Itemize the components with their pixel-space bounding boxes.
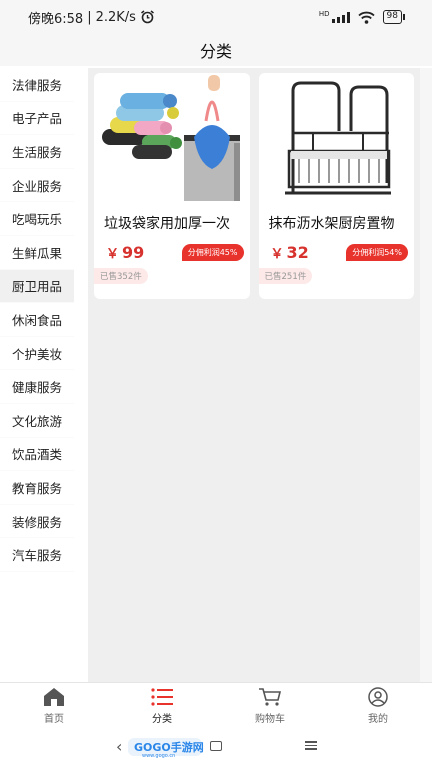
sidebar-item-life-services[interactable]: 生活服务 bbox=[0, 135, 74, 169]
product-card[interactable]: 垃圾袋家用加厚一次 ￥ 99 分佣利润45% 已售352件 bbox=[94, 73, 250, 299]
header-bar: 分类 bbox=[0, 34, 432, 66]
category-sidebar: 法律服务 电子产品 生活服务 企业服务 吃喝玩乐 生鲜瓜果 厨卫用品 休闲食品 … bbox=[0, 68, 74, 682]
home-icon bbox=[44, 687, 64, 706]
sidebar-item-label: 文化旅游 bbox=[12, 413, 63, 429]
sidebar-item-auto[interactable]: 汽车服务 bbox=[0, 538, 74, 572]
watermark-logo: GOGO手游网 www.gogo.cn bbox=[128, 737, 204, 759]
wifi-icon bbox=[357, 11, 375, 24]
sidebar-item-label: 装修服务 bbox=[12, 514, 63, 530]
product-price: ￥ 99 bbox=[106, 243, 144, 262]
tab-category[interactable]: 分类 bbox=[108, 683, 216, 728]
sidebar-item-beauty[interactable]: 个护美妆 bbox=[0, 337, 74, 371]
sidebar-item-snacks[interactable]: 休闲食品 bbox=[0, 303, 74, 337]
garbage-bag-product-image bbox=[94, 73, 250, 201]
sidebar-item-entertainment[interactable]: 吃喝玩乐 bbox=[0, 202, 74, 236]
sidebar-item-label: 法律服务 bbox=[12, 77, 63, 93]
sidebar-item-culture-travel[interactable]: 文化旅游 bbox=[0, 404, 74, 438]
drying-rack-product-image bbox=[258, 73, 414, 201]
status-bar: 傍晚6:58 | 2.2K/s HD 98 bbox=[0, 0, 432, 34]
tab-label: 首页 bbox=[44, 713, 64, 725]
sold-count: 已售352件 bbox=[94, 268, 148, 284]
sidebar-item-label: 饮品酒类 bbox=[12, 447, 63, 463]
sidebar-item-health[interactable]: 健康服务 bbox=[0, 370, 74, 404]
watermark-url: www.gogo.cn bbox=[142, 753, 176, 759]
bottom-tab-bar: 首页 分类 购物车 我的 bbox=[0, 682, 432, 728]
right-gutter bbox=[420, 68, 432, 682]
price-row: ￥ 99 分佣利润45% bbox=[94, 233, 250, 262]
sidebar-item-label: 汽车服务 bbox=[12, 548, 63, 564]
battery-level: 98 bbox=[386, 11, 398, 21]
product-title: 抹布沥水架厨房置物 bbox=[268, 216, 395, 232]
sidebar-item-decoration[interactable]: 装修服务 bbox=[0, 505, 74, 539]
sidebar-item-label: 吃喝玩乐 bbox=[12, 212, 63, 228]
price-row: ￥ 32 分佣利润54% bbox=[259, 233, 415, 262]
sidebar-item-legal[interactable]: 法律服务 bbox=[0, 68, 74, 102]
list-icon bbox=[151, 687, 173, 706]
sidebar-item-fresh-produce[interactable]: 生鲜瓜果 bbox=[0, 236, 74, 270]
status-time: 傍晚6:58 bbox=[28, 11, 84, 27]
sidebar-item-label: 教育服务 bbox=[12, 480, 63, 496]
back-icon[interactable]: ‹ bbox=[116, 737, 122, 756]
system-nav-bar: ‹ GOGO手游网 www.gogo.cn bbox=[0, 728, 432, 768]
user-icon bbox=[368, 686, 388, 707]
product-card[interactable]: 抹布沥水架厨房置物 ￥ 32 分佣利润54% 已售251件 bbox=[258, 73, 415, 299]
alarm-icon bbox=[140, 10, 154, 24]
commission-badge: 分佣利润54% bbox=[346, 244, 408, 261]
sidebar-item-electronics[interactable]: 电子产品 bbox=[0, 102, 74, 136]
sidebar-item-kitchen-bath[interactable]: 厨卫用品 bbox=[0, 269, 74, 304]
sidebar-item-label: 企业服务 bbox=[12, 178, 63, 194]
battery-icon: 98 bbox=[382, 10, 406, 24]
sidebar-item-label: 生活服务 bbox=[12, 144, 63, 160]
page-title: 分类 bbox=[199, 42, 232, 61]
status-right: HD 98 bbox=[318, 9, 406, 24]
network-type: HD bbox=[318, 9, 330, 18]
sidebar-item-label: 电子产品 bbox=[12, 111, 63, 127]
price-value: 99 bbox=[122, 243, 145, 262]
tab-label: 分类 bbox=[152, 713, 172, 725]
menu-icon[interactable] bbox=[305, 741, 317, 750]
tab-label: 购物车 bbox=[255, 713, 285, 725]
sidebar-item-business-services[interactable]: 企业服务 bbox=[0, 169, 74, 203]
cart-icon bbox=[259, 687, 282, 706]
signal-icon bbox=[331, 11, 350, 23]
tab-label: 我的 bbox=[368, 713, 388, 725]
sidebar-item-label: 休闲食品 bbox=[12, 312, 63, 328]
sidebar-item-label: 个护美妆 bbox=[12, 346, 63, 362]
price-value: 32 bbox=[286, 243, 309, 262]
tab-cart[interactable]: 购物车 bbox=[216, 683, 324, 728]
tab-home[interactable]: 首页 bbox=[0, 683, 108, 728]
sidebar-item-label: 健康服务 bbox=[12, 380, 63, 396]
currency-symbol: ￥ bbox=[270, 247, 284, 262]
status-separator: | bbox=[87, 9, 92, 25]
sidebar-item-education[interactable]: 教育服务 bbox=[0, 471, 74, 505]
product-grid: 垃圾袋家用加厚一次 ￥99 分佣利润45% 已售352件 抹布沥水架厨房置物 bbox=[94, 73, 414, 299]
home-button-icon[interactable] bbox=[210, 741, 222, 751]
status-left: 傍晚6:58 | 2.2K/s bbox=[28, 8, 155, 27]
commission-badge: 分佣利润45% bbox=[181, 244, 244, 261]
sidebar-item-label: 生鲜瓜果 bbox=[12, 245, 63, 261]
currency-symbol: ￥ bbox=[106, 247, 120, 262]
product-area: 垃圾袋家用加厚一次 ￥99 分佣利润45% 已售352件 抹布沥水架厨房置物 bbox=[88, 68, 420, 682]
network-speed: 2.2K/s bbox=[95, 9, 136, 25]
tab-mine[interactable]: 我的 bbox=[324, 683, 432, 728]
product-title: 垃圾袋家用加厚一次 bbox=[104, 216, 230, 232]
sidebar-item-label: 厨卫用品 bbox=[12, 279, 63, 295]
product-price: ￥ 32 bbox=[271, 243, 309, 262]
sidebar-item-drinks[interactable]: 饮品酒类 bbox=[0, 438, 74, 472]
sold-count: 已售251件 bbox=[258, 268, 313, 284]
